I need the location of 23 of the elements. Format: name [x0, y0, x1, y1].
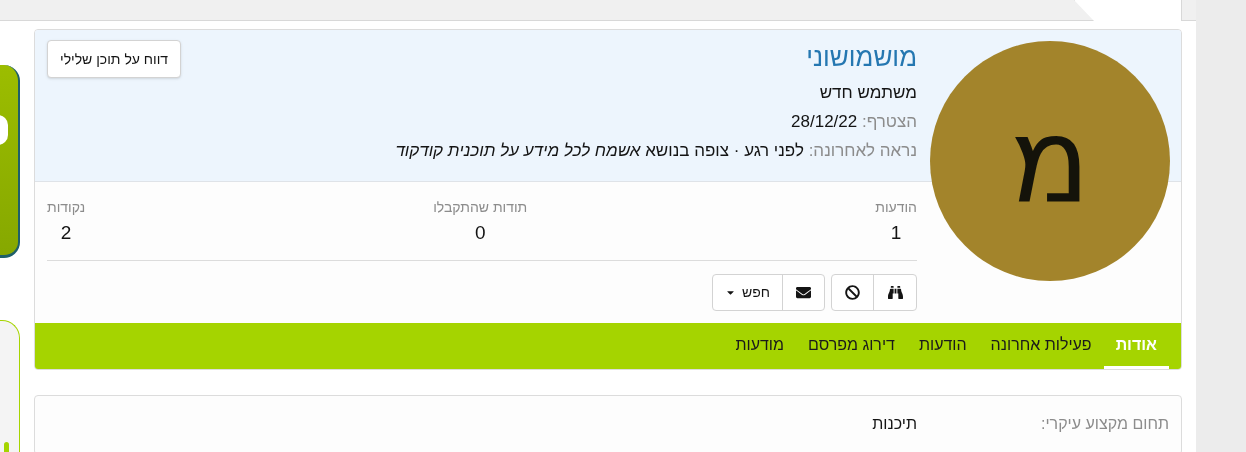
stat-label: תודות שהתקבלו [433, 198, 528, 216]
profile-tab[interactable]: פעילות אחרונה [978, 323, 1104, 369]
last-seen-label: נראה לאחרונה: [808, 141, 917, 160]
binoculars-icon [887, 285, 903, 300]
field-label: תחום מקצוע עיקרי: [1040, 414, 1169, 434]
username: מושמושוני [806, 41, 917, 74]
ban-icon [845, 285, 860, 300]
avatar-letter: מ [1009, 102, 1091, 220]
stat-value: 2 [60, 221, 72, 245]
stat-value: 1 [890, 221, 902, 245]
stat-value: 0 [474, 221, 486, 245]
stat-label: נקודות [47, 198, 86, 216]
user-title: משתמש חדש [819, 82, 917, 104]
stat-label: הודעות [875, 198, 917, 216]
report-button[interactable]: דווח על תוכן שלילי [47, 40, 182, 78]
joined-label: הצטרף: [861, 112, 917, 131]
joined-date: 28/12/22 [791, 112, 858, 131]
profile-tab[interactable]: מודעות [723, 323, 796, 369]
field-value: תיכנות [872, 414, 917, 434]
envelope-icon [796, 285, 811, 300]
last-seen-activity: לפני רגע · צופה בנושא אשמח לכל מידע על תוכנית קודקוד [395, 141, 804, 160]
profile-tab[interactable]: הודעות [906, 323, 979, 369]
profile-tab[interactable]: דירוג מפרסם [795, 323, 907, 369]
